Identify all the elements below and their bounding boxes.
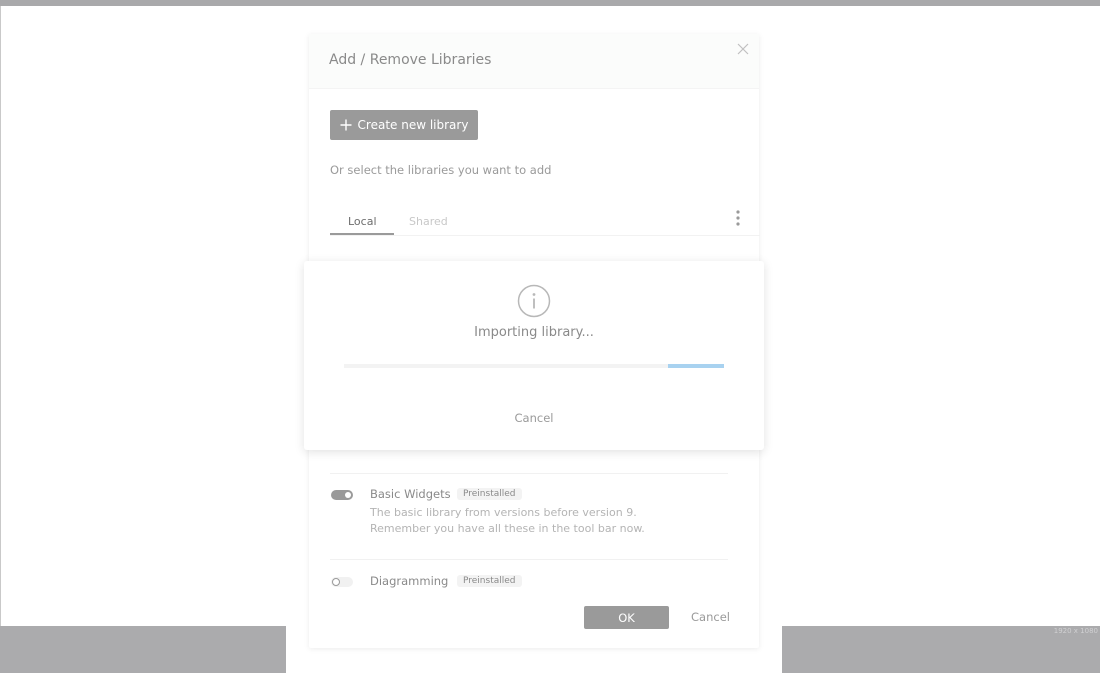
- basic-widgets-toggle[interactable]: [331, 490, 353, 500]
- import-progress-card: Importing library... Cancel: [304, 261, 764, 450]
- info-icon: [517, 284, 551, 318]
- resolution-label: 1920 x 1080: [1053, 627, 1098, 635]
- tab-local[interactable]: Local: [348, 215, 377, 228]
- import-progress-bar: [344, 364, 724, 368]
- dialog-header: Add / Remove Libraries: [309, 34, 759, 89]
- ok-button[interactable]: OK: [584, 606, 669, 629]
- import-progress-fill: [668, 364, 724, 368]
- cancel-button[interactable]: Cancel: [691, 610, 730, 624]
- library-description-line: Remember you have all these in the tool …: [370, 522, 645, 535]
- select-libraries-hint: Or select the libraries you want to add: [330, 163, 552, 177]
- tab-shared[interactable]: Shared: [409, 215, 448, 228]
- library-name: Diagramming: [370, 575, 449, 588]
- library-description-line: The basic library from versions before v…: [370, 506, 637, 519]
- library-name: Basic Widgets: [370, 487, 451, 501]
- import-cancel-button[interactable]: Cancel: [304, 411, 764, 425]
- diagramming-toggle[interactable]: [331, 577, 353, 587]
- import-status-title: Importing library...: [474, 325, 594, 340]
- list-divider: [330, 473, 728, 474]
- list-divider: [330, 559, 728, 560]
- library-tabs: Local Shared: [330, 208, 760, 236]
- close-icon[interactable]: [737, 43, 749, 55]
- vertical-dots-icon[interactable]: [735, 209, 741, 227]
- top-bar: [0, 0, 1100, 6]
- background-edge: [0, 6, 1, 626]
- preinstalled-badge: Preinstalled: [457, 575, 522, 587]
- create-new-library-button[interactable]: Create new library: [330, 110, 478, 140]
- dialog-title: Add / Remove Libraries: [329, 52, 492, 68]
- tab-bar-divider: [330, 235, 760, 236]
- library-item-diagramming: Diagramming Preinstalled: [330, 575, 730, 589]
- create-new-library-label: Create new library: [357, 118, 469, 132]
- plus-icon: [340, 119, 352, 131]
- preinstalled-badge: Preinstalled: [457, 488, 522, 500]
